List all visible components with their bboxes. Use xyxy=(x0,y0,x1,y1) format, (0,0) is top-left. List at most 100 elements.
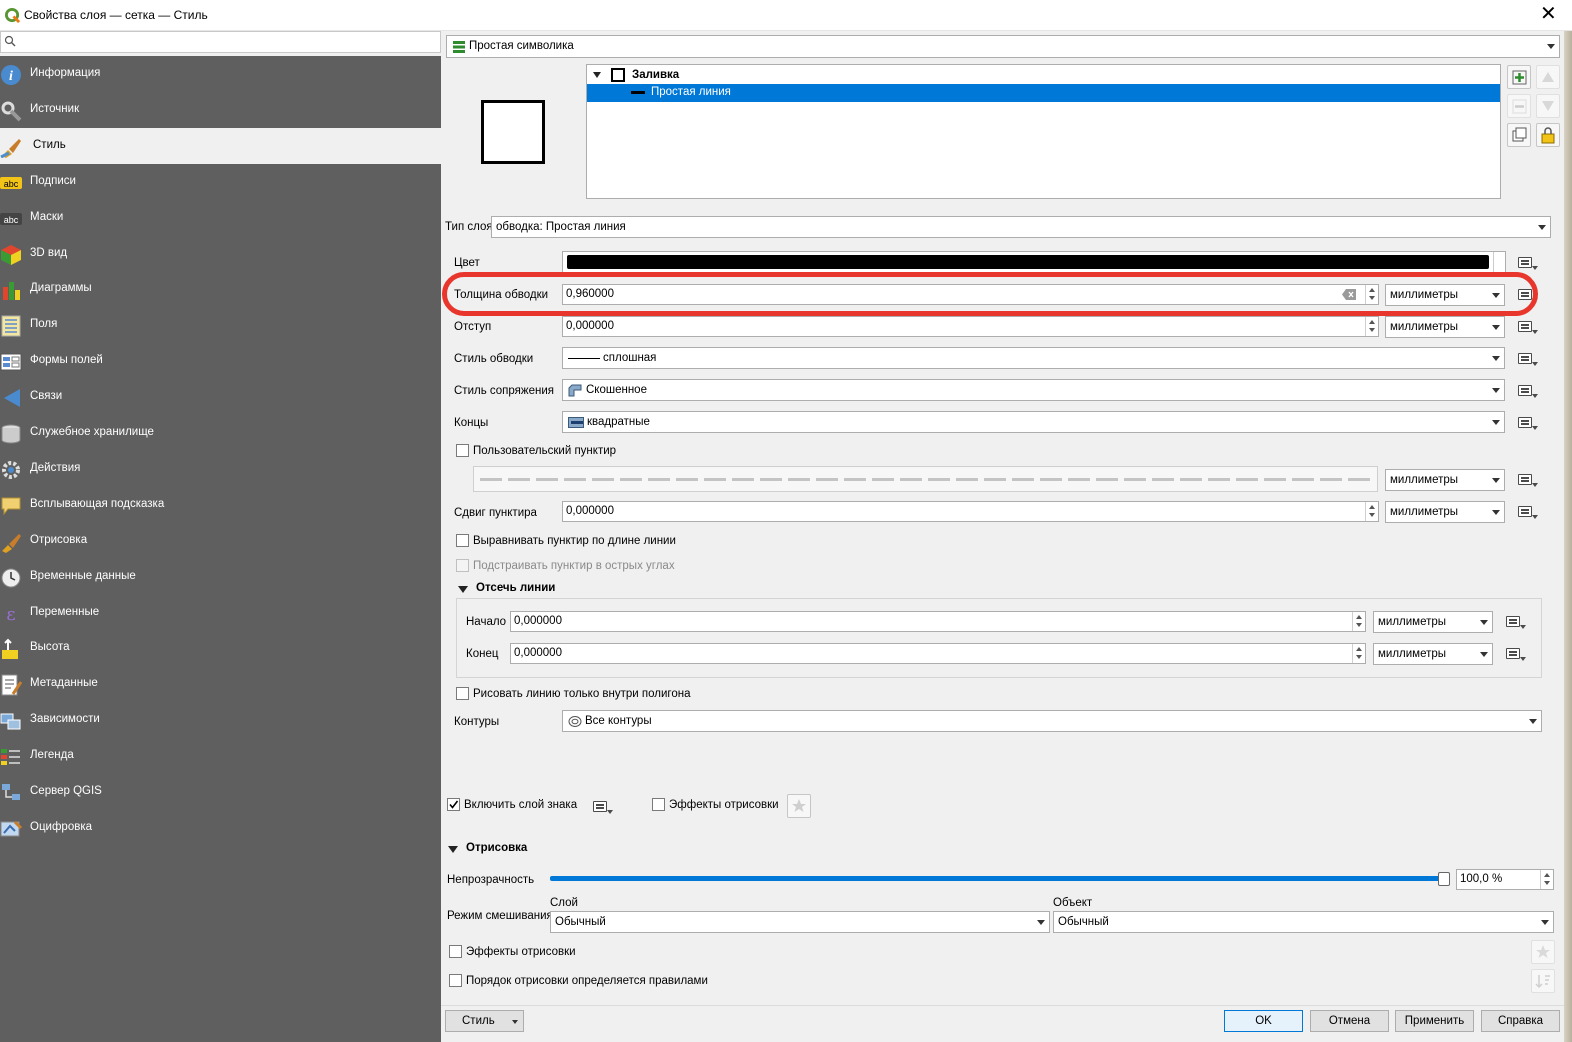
trim-start-input[interactable]: 0,000000 xyxy=(510,611,1366,632)
sidebar-item-10[interactable]: Связи xyxy=(0,379,441,415)
tweak-dash-checkbox[interactable] xyxy=(456,559,469,572)
cancel-button[interactable]: Отмена xyxy=(1310,1010,1389,1032)
tree-root-label[interactable]: Заливка xyxy=(632,69,679,81)
data-defined-button-color[interactable] xyxy=(1515,252,1538,272)
storage-icon xyxy=(1,424,21,444)
move-up-button[interactable] xyxy=(1536,65,1560,89)
sidebar-item-3[interactable]: Стиль xyxy=(0,127,441,164)
sidebar-item-1[interactable]: i Информация xyxy=(0,56,441,92)
svg-text:i: i xyxy=(9,69,13,84)
renderer-combo[interactable]: Простая символика xyxy=(446,35,1560,58)
cap-style-combo[interactable]: квадратные xyxy=(562,411,1505,433)
data-defined-button-enable[interactable] xyxy=(590,796,613,816)
collapse-arrow-icon[interactable] xyxy=(593,72,601,78)
custom-dash-button[interactable] xyxy=(473,466,1378,492)
sidebar-item-20[interactable]: Легенда xyxy=(0,738,441,774)
spinbox-arrows[interactable] xyxy=(1365,502,1377,521)
data-defined-button-trim-start[interactable] xyxy=(1503,611,1526,631)
trim-end-value: 0,000000 xyxy=(514,647,562,659)
sidebar-item-14[interactable]: Отрисовка xyxy=(0,523,441,559)
opacity-slider-handle[interactable] xyxy=(1438,872,1450,886)
trim-start-value: 0,000000 xyxy=(514,615,562,627)
sidebar-item-4[interactable]: abc Подписи xyxy=(0,164,441,200)
sidebar-item-12[interactable]: Действия xyxy=(0,451,441,487)
lock-layer-button[interactable] xyxy=(1536,123,1560,147)
blend-layer-combo[interactable]: Обычный xyxy=(550,911,1050,933)
layer-type-combo[interactable]: обводка: Простая линия xyxy=(491,216,1551,238)
data-defined-button-cap[interactable] xyxy=(1515,412,1538,432)
opacity-slider-track[interactable] xyxy=(550,876,1445,881)
layer-effects-checkbox[interactable] xyxy=(652,798,665,811)
sidebar-item-15[interactable]: Временные данные xyxy=(0,559,441,595)
enable-layer-checkbox[interactable] xyxy=(447,798,460,811)
data-defined-button-join[interactable] xyxy=(1515,380,1538,400)
tree-selected-row[interactable]: Простая линия xyxy=(587,84,1500,102)
spinbox-arrows[interactable] xyxy=(1352,644,1364,663)
sidebar-item-16[interactable]: ε Переменные xyxy=(0,595,441,631)
spinbox-arrows[interactable] xyxy=(1352,612,1364,631)
move-down-button[interactable] xyxy=(1536,94,1560,118)
rings-combo[interactable]: Все контуры xyxy=(562,710,1542,732)
dash-offset-unit-combo[interactable]: миллиметры xyxy=(1385,501,1505,523)
data-defined-button-custom-dash[interactable] xyxy=(1515,469,1538,489)
align-dash-checkbox[interactable] xyxy=(456,534,469,547)
sidebar-item-5[interactable]: abc Маски xyxy=(0,200,441,236)
color-button[interactable] xyxy=(562,251,1506,273)
data-defined-button-offset[interactable] xyxy=(1515,316,1538,336)
custom-dash-checkbox[interactable] xyxy=(456,444,469,457)
offset-unit-combo[interactable]: миллиметры xyxy=(1385,316,1505,338)
sidebar-item-9[interactable]: Формы полей xyxy=(0,343,441,379)
remove-layer-button[interactable] xyxy=(1507,94,1531,118)
rings-value: Все контуры xyxy=(585,715,652,727)
sidebar-item-13[interactable]: Всплывающая подсказка xyxy=(0,487,441,523)
trim-end-input[interactable]: 0,000000 xyxy=(510,643,1366,664)
custom-dash-unit-combo[interactable]: миллиметры xyxy=(1385,469,1505,491)
sidebar-item-11[interactable]: Служебное хранилище xyxy=(0,415,441,451)
data-defined-button-trim-end[interactable] xyxy=(1503,643,1526,663)
color-dropdown[interactable] xyxy=(1493,252,1506,272)
sidebar-item-19[interactable]: Зависимости xyxy=(0,702,441,738)
rendering-effects-checkbox[interactable] xyxy=(449,945,462,958)
forms-icon xyxy=(0,353,22,371)
inside-polygon-checkbox[interactable] xyxy=(456,687,469,700)
sidebar-item-17[interactable]: Высота xyxy=(0,630,441,666)
dash-offset-label: Сдвиг пунктира xyxy=(454,507,537,519)
sidebar-item-7[interactable]: Диаграммы xyxy=(0,271,441,307)
sidebar-item-21[interactable]: Сервер QGIS xyxy=(0,774,441,810)
blend-object-combo[interactable]: Обычный xyxy=(1053,911,1554,933)
add-layer-button[interactable] xyxy=(1507,65,1531,89)
sidebar-item-6[interactable]: 3D вид xyxy=(0,236,441,272)
data-defined-button-stroke-style[interactable] xyxy=(1515,348,1538,368)
symbol-layer-tree[interactable]: Заливка Простая линия xyxy=(586,64,1501,199)
rendering-header[interactable]: Отрисовка xyxy=(466,842,527,854)
sidebar-item-22[interactable]: Оцифровка xyxy=(0,810,441,846)
spinbox-arrows[interactable] xyxy=(1365,317,1377,336)
spinbox-arrows[interactable] xyxy=(1540,870,1552,889)
join-style-combo[interactable]: Скошенное xyxy=(562,379,1505,401)
sidebar-item-2[interactable]: Источник xyxy=(0,92,441,128)
rule-order-checkbox[interactable] xyxy=(449,974,462,987)
apply-button[interactable]: Применить xyxy=(1395,1010,1474,1032)
collapse-arrow-icon[interactable] xyxy=(448,846,458,853)
sidebar-item-8[interactable]: Поля xyxy=(0,307,441,343)
style-menu-button[interactable]: Стиль xyxy=(445,1010,524,1032)
trim-start-unit-combo[interactable]: миллиметры xyxy=(1373,611,1493,633)
opacity-input[interactable]: 100,0 % xyxy=(1456,869,1554,890)
duplicate-layer-button[interactable] xyxy=(1507,123,1531,147)
ok-button[interactable]: OK xyxy=(1224,1010,1303,1032)
labels-abc-icon: abc xyxy=(0,176,22,189)
layer-effects-button[interactable] xyxy=(787,794,811,818)
rule-order-button[interactable] xyxy=(1531,969,1555,993)
rendering-effects-button[interactable] xyxy=(1531,940,1555,964)
sidebar-item-18[interactable]: Метаданные xyxy=(0,666,441,702)
trim-lines-header[interactable]: Отсечь линии xyxy=(476,582,555,594)
dash-offset-input[interactable]: 0,000000 xyxy=(562,501,1379,522)
collapse-arrow-icon[interactable] xyxy=(458,586,468,593)
offset-input[interactable]: 0,000000 xyxy=(562,316,1379,337)
help-button[interactable]: Справка xyxy=(1481,1010,1560,1032)
close-icon[interactable]: ✕ xyxy=(1540,4,1557,24)
stroke-style-combo[interactable]: сплошная xyxy=(562,347,1505,369)
data-defined-button-dash-offset[interactable] xyxy=(1515,501,1538,521)
trim-end-unit-combo[interactable]: миллиметры xyxy=(1373,643,1493,665)
search-input[interactable] xyxy=(0,31,441,53)
